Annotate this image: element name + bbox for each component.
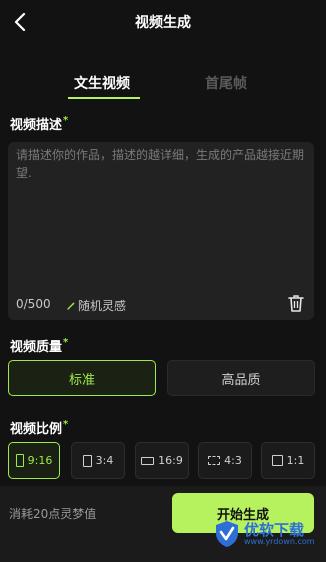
quality-section-label: 视频质量* <box>10 336 68 355</box>
ratio-label: 视频比例 <box>10 422 63 437</box>
watermark: 优软下载 www.yrdown.com <box>214 520 315 548</box>
sparkle-icon <box>67 301 75 310</box>
description-section-label: 视频描述* <box>10 114 68 133</box>
char-counter: 0/500 <box>16 297 51 311</box>
quality-label: 视频质量 <box>10 340 63 355</box>
landscape-ratio-icon <box>208 456 221 465</box>
ratio-option-1-1[interactable]: 1:1 <box>261 442 315 479</box>
ratio-option-4-3[interactable]: 4:3 <box>198 442 252 479</box>
quality-option-standard[interactable]: 标准 <box>8 360 156 396</box>
ratio-option-3-4[interactable]: 3:4 <box>71 442 125 479</box>
active-tab-indicator <box>68 97 140 99</box>
tab-text-to-video[interactable]: 文生视频 <box>74 73 130 93</box>
required-mark: * <box>63 115 69 126</box>
ratio-option-16-9[interactable]: 16:9 <box>135 442 189 479</box>
required-mark: * <box>63 337 69 348</box>
clear-button[interactable] <box>285 292 307 314</box>
random-inspiration-label: 随机灵感 <box>78 299 127 313</box>
ratio-option-label: 9:16 <box>27 454 53 467</box>
square-ratio-icon <box>271 455 283 466</box>
portrait-ratio-icon <box>82 454 92 467</box>
ratio-option-label: 1:1 <box>286 454 305 467</box>
quality-option-high[interactable]: 高品质 <box>167 360 315 396</box>
description-placeholder: 请描述你的作品，描述的越详细，生成的产品越接近期望. <box>16 148 305 180</box>
watermark-url: www.yrdown.com <box>244 536 315 546</box>
description-label: 视频描述 <box>10 118 63 133</box>
ratio-option-label: 3:4 <box>95 454 114 467</box>
random-inspiration-button[interactable]: 随机灵感 <box>66 297 126 314</box>
landscape-ratio-icon <box>141 456 155 465</box>
trash-icon <box>288 295 304 312</box>
portrait-ratio-icon <box>15 454 24 467</box>
page-title: 视频生成 <box>135 15 191 31</box>
ratio-option-label: 16:9 <box>158 454 183 467</box>
ratio-section-label: 视频比例* <box>10 418 68 437</box>
cost-text: 消耗20点灵梦值 <box>9 507 97 521</box>
ratio-option-label: 4:3 <box>224 454 242 467</box>
ratio-option-9-16[interactable]: 9:16 <box>8 442 60 479</box>
watermark-name: 优软下载 <box>244 520 305 539</box>
tab-first-last-frame[interactable]: 首尾帧 <box>205 73 247 93</box>
shield-logo-icon <box>216 521 238 547</box>
required-mark: * <box>63 419 69 430</box>
